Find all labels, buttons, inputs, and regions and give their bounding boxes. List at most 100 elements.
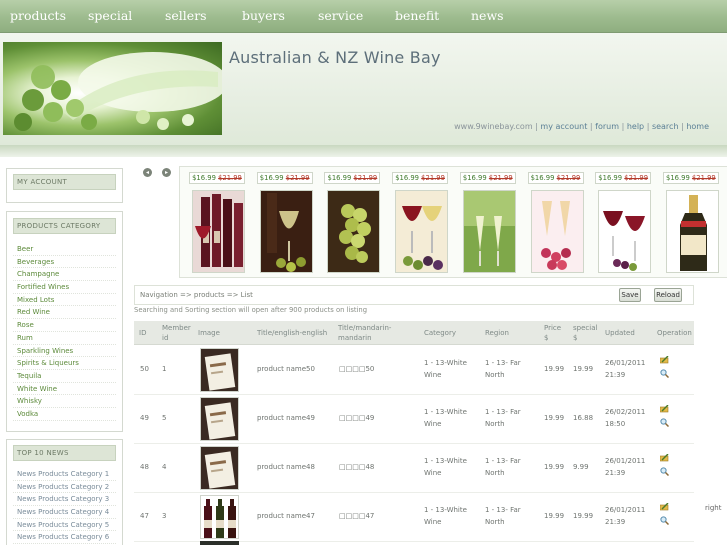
product-thumbnail[interactable] [598,190,652,273]
product-thumbnail[interactable] [327,190,381,273]
edge-text: right [705,504,722,512]
magnifier-icon[interactable] [660,418,670,429]
table-row[interactable]: 48 4 product name48 □□□□48 1 - 13-White Wine… [134,444,694,493]
category-item[interactable]: Mixed Lots [13,294,116,307]
search-link[interactable]: search [652,122,679,131]
my-account-link[interactable]: my account [540,122,587,131]
original-price: $21.99 [556,174,581,182]
home-link[interactable]: home [686,122,709,131]
cell-member-id: 1 [162,365,167,373]
cell-region: 1 - 13- Far North [485,506,521,526]
my-account-title[interactable]: MY ACCOUNT [13,174,116,190]
category-item[interactable]: Fortified Wines [13,281,116,294]
category-item[interactable]: Beverages [13,256,116,269]
header-divider [0,145,727,157]
cell-member-id: 5 [162,414,167,422]
category-item[interactable]: Beer [13,243,116,256]
reload-button[interactable]: Reload [654,288,682,302]
edit-icon[interactable] [659,355,669,366]
product-thumbnail[interactable] [259,190,313,273]
product-image[interactable] [200,446,239,490]
product-image[interactable] [200,348,239,392]
news-item[interactable]: News Products Category 1 [13,468,116,481]
next-row-image[interactable] [200,541,239,545]
special-price: $16.99 [462,174,487,182]
col-id[interactable]: ID [139,328,146,338]
carousel-product: $16.99 $21.99 [459,172,516,273]
table-row[interactable]: 50 1 product name50 □□□□50 1 - 13-White Wine… [134,346,694,395]
link-separator: | [535,122,538,131]
category-item[interactable]: Whisky [13,395,116,408]
product-thumbnail[interactable] [395,190,449,273]
carousel-next-button[interactable]: ▸ [162,168,171,177]
forum-link[interactable]: forum [595,122,619,131]
product-image[interactable] [200,495,239,539]
category-item[interactable]: Vodka [13,408,116,421]
cell-title-mandarin[interactable]: □□□□47 [339,510,374,522]
nav-buyers[interactable]: buyers [242,8,285,23]
cell-title-mandarin[interactable]: □□□□50 [339,363,374,375]
nav-products[interactable]: products [10,8,66,23]
price-tag: $16.99 $21.99 [189,172,245,184]
news-item[interactable]: News Products Category 3 [13,493,116,507]
category-item[interactable]: Tequila [13,370,116,383]
nav-special[interactable]: special [88,8,132,23]
product-image[interactable] [200,397,239,441]
col-title-mandarin[interactable]: Title/mandarin-mandarin [338,323,393,343]
cell-title-english[interactable]: product name49 [257,412,315,424]
cell-category: 1 - 13-White Wine [424,506,467,526]
special-price: $16.99 [327,174,352,182]
category-item[interactable]: Sparkling Wines [13,345,116,358]
category-item[interactable]: Champagne [13,268,116,282]
news-item[interactable]: News Products Category 4 [13,506,116,519]
product-thumbnail[interactable] [530,190,584,273]
category-item[interactable]: Rum [13,332,116,345]
carousel-product: $16.99 $21.99 [256,172,313,273]
product-carousel: $16.99 $21.99 $16.99 $21.99 $16.99 $21.99 $… [179,166,727,278]
cell-title-english[interactable]: product name50 [257,363,315,375]
category-item[interactable]: Red Wine [13,306,116,320]
carousel-prev-button[interactable]: ◂ [143,168,152,177]
nav-service[interactable]: service [318,8,363,23]
cell-title-mandarin[interactable]: □□□□48 [339,461,374,473]
nav-sellers[interactable]: sellers [165,8,207,23]
magnifier-icon[interactable] [660,467,670,478]
col-member-id[interactable]: Member id [162,323,192,343]
special-price: $16.99 [598,174,623,182]
table-row[interactable]: 49 5 product name49 □□□□49 1 - 13-White Wine… [134,395,694,444]
nav-news[interactable]: news [471,8,504,23]
cell-title-english[interactable]: product name48 [257,461,315,473]
cell-id: 50 [140,365,149,373]
edit-icon[interactable] [659,404,669,415]
col-special[interactable]: special $ [573,323,599,343]
product-thumbnail[interactable] [192,190,245,273]
col-title-english[interactable]: Title/english-english [257,328,327,338]
product-thumbnail[interactable] [665,190,719,273]
product-thumbnail[interactable] [462,190,516,273]
col-region[interactable]: Region [485,328,509,338]
link-separator: | [621,122,625,131]
nav-benefit[interactable]: benefit [395,8,439,23]
category-item[interactable]: Spirits & Liqueurs [13,357,116,370]
col-price[interactable]: Price $ [544,323,566,343]
link-separator: | [681,122,684,131]
news-item[interactable]: News Products Category 5 [13,519,116,532]
category-item[interactable]: Rose [13,319,116,332]
original-price: $21.99 [421,174,445,182]
save-button[interactable]: Save [619,288,641,302]
edit-icon[interactable] [659,502,669,513]
news-item[interactable]: News Products Category 6 [13,531,116,545]
category-item[interactable]: White Wine [13,383,116,396]
cell-title-mandarin[interactable]: □□□□49 [339,412,374,424]
cell-title-english[interactable]: product name47 [257,510,315,522]
magnifier-icon[interactable] [660,369,670,380]
col-updated[interactable]: Updated [605,328,635,338]
col-category[interactable]: Category [424,328,456,338]
help-link[interactable]: help [627,122,644,131]
edit-icon[interactable] [659,453,669,464]
cell-id: 49 [140,414,149,422]
news-item[interactable]: News Products Category 2 [13,481,116,494]
table-row[interactable]: 47 3 product name47 □□□□47 1 - 13-White Wine… [134,493,694,542]
cell-category: 1 - 13-White Wine [424,359,467,379]
magnifier-icon[interactable] [660,516,670,527]
